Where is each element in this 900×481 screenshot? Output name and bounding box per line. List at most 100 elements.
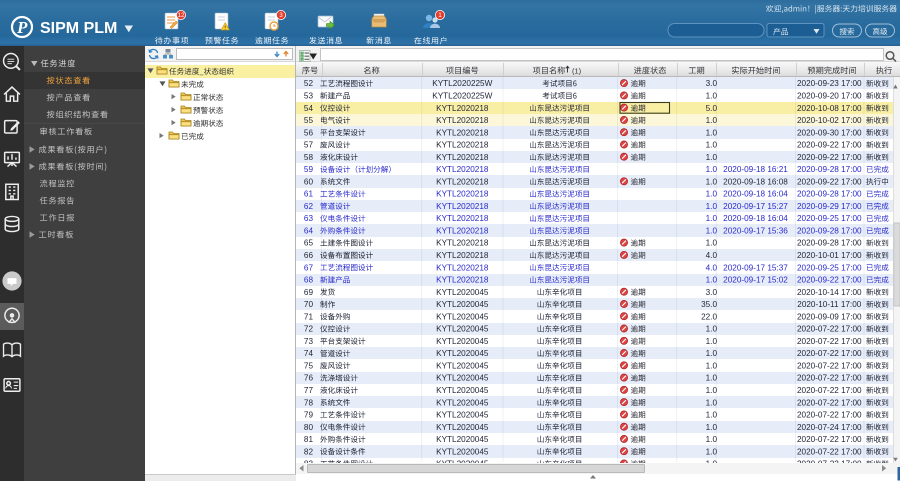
svg-text:2020-10-01 17:00: 2020-10-01 17:00 [797,251,862,260]
svg-text:4.0: 4.0 [706,251,718,260]
svg-text:KYTL2020218: KYTL2020218 [436,177,489,186]
svg-text:KYTL2020218: KYTL2020218 [436,128,489,137]
svg-text:2020-09-18 16:08: 2020-09-18 16:08 [723,177,788,186]
svg-text:2020-10-08 17:00: 2020-10-08 17:00 [797,104,862,113]
svg-text:KYTL2020045: KYTL2020045 [436,398,489,407]
svg-text:2020-09-09 17:00: 2020-09-09 17:00 [797,312,862,321]
svg-text:2020-07-22 17:00: 2020-07-22 17:00 [797,411,862,420]
svg-text:2020-09-22 17:00: 2020-09-22 17:00 [797,153,862,162]
svg-text:1.0: 1.0 [706,423,718,432]
svg-text:1.0: 1.0 [706,214,718,223]
svg-text:2020-07-22 17:00: 2020-07-22 17:00 [797,361,862,370]
svg-text:2020-09-30 17:00: 2020-09-30 17:00 [797,128,862,137]
svg-text:1.0: 1.0 [706,165,718,174]
svg-text:2020-07-24 17:00: 2020-07-24 17:00 [797,423,862,432]
svg-text:KYTL2020225W: KYTL2020225W [432,79,492,88]
svg-text:64: 64 [304,227,314,236]
svg-text:2020-09-25 17:00: 2020-09-25 17:00 [797,214,862,223]
svg-text:56: 56 [304,128,314,137]
svg-text:1.0: 1.0 [706,460,718,469]
svg-text:1.0: 1.0 [706,447,718,456]
svg-text:2020-09-17 15:36: 2020-09-17 15:36 [723,227,788,236]
svg-text:63: 63 [304,214,314,223]
svg-text:1.0: 1.0 [706,411,718,420]
svg-text:2020-09-22 17:00: 2020-09-22 17:00 [797,177,862,186]
svg-text:59: 59 [304,165,314,174]
svg-text:KYTL2020045: KYTL2020045 [436,411,489,420]
svg-text:2020-10-02 17:00: 2020-10-02 17:00 [797,116,862,125]
svg-text:KYTL2020218: KYTL2020218 [436,104,489,113]
svg-text:1.0: 1.0 [706,337,718,346]
svg-text:65: 65 [304,239,314,248]
svg-text:57: 57 [304,141,314,150]
svg-text:2020-10-11 17:00: 2020-10-11 17:00 [797,300,861,309]
svg-text:2020-09-23 17:00: 2020-09-23 17:00 [797,79,862,88]
svg-text:22.0: 22.0 [701,312,717,321]
svg-text:KYTL2020218: KYTL2020218 [436,190,489,199]
svg-text:60: 60 [304,177,314,186]
svg-text:KYTL2020218: KYTL2020218 [436,141,489,150]
svg-text:3.0: 3.0 [706,288,718,297]
svg-text:KYTL2020045: KYTL2020045 [436,325,489,334]
svg-text:2020-07-22 17:00: 2020-07-22 17:00 [797,349,862,358]
svg-text:2020-09-18 16:04: 2020-09-18 16:04 [723,190,788,199]
svg-text:82: 82 [304,447,314,456]
svg-text:1.0: 1.0 [706,227,718,236]
svg-text:69: 69 [304,288,314,297]
svg-text:3: 3 [279,12,283,19]
svg-text:61: 61 [304,190,314,199]
svg-text:5.0: 5.0 [706,104,718,113]
svg-text:1.0: 1.0 [706,386,718,395]
svg-text:53: 53 [304,92,314,101]
svg-text:KYTL2020045: KYTL2020045 [436,300,489,309]
svg-text:74: 74 [304,349,314,358]
svg-text:1.0: 1.0 [706,239,718,248]
svg-text:2020-07-22 17:00: 2020-07-22 17:00 [797,447,862,456]
svg-text:75: 75 [304,361,314,370]
svg-text:1.0: 1.0 [706,276,718,285]
svg-text:1.0: 1.0 [706,398,718,407]
svg-text:1.0: 1.0 [706,435,718,444]
svg-text:KYTL2020218: KYTL2020218 [436,239,489,248]
svg-text:2020-09-22 17:00: 2020-09-22 17:00 [797,141,862,150]
svg-text:KYTL2020045: KYTL2020045 [436,349,489,358]
svg-text:77: 77 [304,386,314,395]
svg-text:KYTL2020045: KYTL2020045 [436,361,489,370]
svg-text:58: 58 [304,153,314,162]
svg-text:79: 79 [304,411,314,420]
svg-text:73: 73 [304,337,314,346]
svg-text:3.0: 3.0 [706,79,718,88]
svg-text:62: 62 [304,202,314,211]
svg-text:1: 1 [438,12,442,19]
svg-text:2020-09-22 17:00: 2020-09-22 17:00 [797,276,862,285]
svg-text:KYTL2020045: KYTL2020045 [436,435,489,444]
svg-text:KYTL2020218: KYTL2020218 [436,214,489,223]
svg-text:KYTL2020045: KYTL2020045 [436,312,489,321]
svg-text:KYTL2020218: KYTL2020218 [436,165,489,174]
svg-text:2020-07-22 17:00: 2020-07-22 17:00 [797,460,862,469]
svg-text:76: 76 [304,374,314,383]
svg-text:2020-09-18 16:21: 2020-09-18 16:21 [723,165,788,174]
svg-text:2020-10-14 17:00: 2020-10-14 17:00 [797,288,862,297]
svg-text:1.0: 1.0 [706,374,718,383]
svg-text:P: P [16,18,28,37]
svg-text:2020-09-17 15:27: 2020-09-17 15:27 [723,202,788,211]
svg-text:35.0: 35.0 [701,300,717,309]
svg-text:1.0: 1.0 [706,202,718,211]
svg-text:2020-07-22 17:00: 2020-07-22 17:00 [797,386,862,395]
svg-text:KYTL2020045: KYTL2020045 [436,374,489,383]
svg-text:2020-09-17 15:02: 2020-09-17 15:02 [723,276,788,285]
svg-text:12: 12 [177,12,185,19]
svg-text:83: 83 [304,460,314,469]
svg-text:2020-07-22 17:00: 2020-07-22 17:00 [797,325,862,334]
svg-text:2020-07-22 17:00: 2020-07-22 17:00 [797,435,862,444]
svg-text:KYTL2020045: KYTL2020045 [436,386,489,395]
svg-text:2020-09-28 17:00: 2020-09-28 17:00 [797,165,862,174]
svg-text:SIPM PLM: SIPM PLM [40,20,117,37]
svg-text:KYTL2020218: KYTL2020218 [436,116,489,125]
svg-text:2020-09-29 17:00: 2020-09-29 17:00 [797,202,862,211]
svg-text:2020-09-25 17:00: 2020-09-25 17:00 [797,263,862,272]
svg-text:80: 80 [304,423,314,432]
svg-text:2020-09-28 17:00: 2020-09-28 17:00 [797,239,862,248]
svg-text:(1): (1) [572,66,582,75]
